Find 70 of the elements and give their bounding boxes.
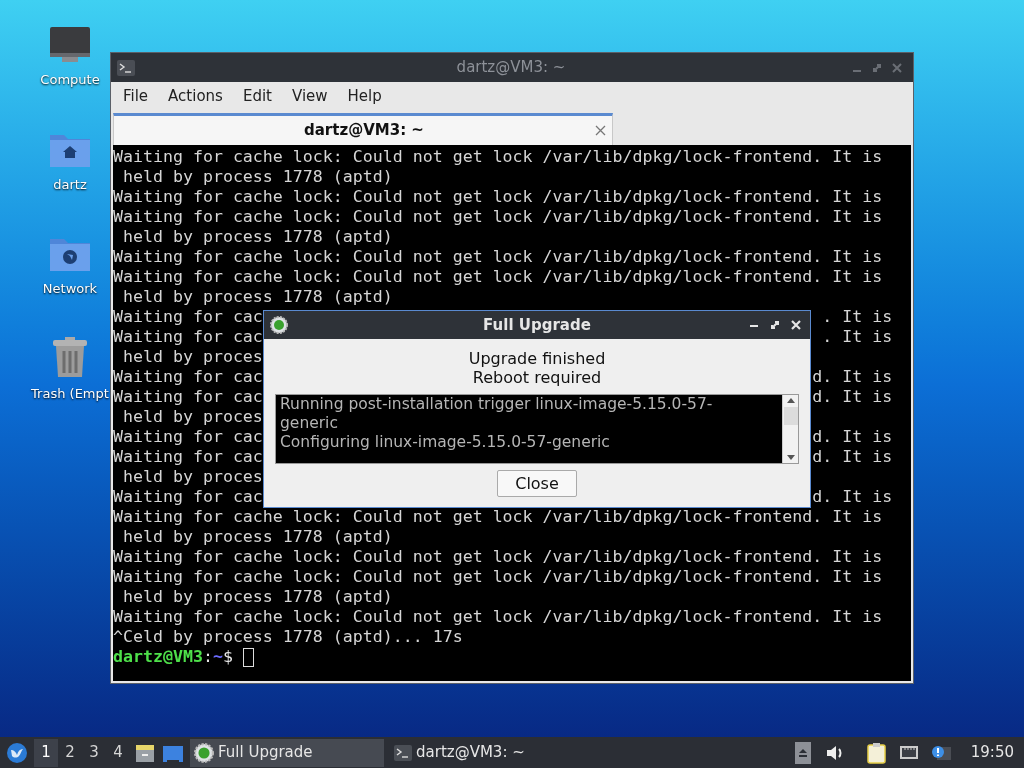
log-line: Running post-installation trigger linux-image-5.15.0-57-generic (280, 395, 714, 433)
gear-icon (194, 742, 214, 763)
terminal-line: held by process 1778 (aptd) (122, 227, 393, 247)
terminal-line: Waiting for cac (113, 367, 263, 387)
taskbar-button[interactable]: dartz@VM3: ~ (390, 738, 570, 767)
terminal-line: d. It is (812, 387, 893, 407)
terminal-line: Waiting for cache lock: Could not get lock /var/lib/dpkg/lock-frontend. It is (113, 147, 883, 167)
terminal-line: Waiting for cac (113, 387, 263, 407)
monitor-icon[interactable] (49, 26, 91, 64)
gear-icon (270, 316, 288, 334)
terminal-line: . It is (822, 307, 893, 327)
terminal-line: held by process 1778 (aptd) (122, 527, 393, 547)
menu-item[interactable]: File (115, 85, 157, 108)
window-title: dartz@VM3: ~ (455, 57, 567, 79)
log-line: Configuring linux-image-5.15.0-57-generic (280, 433, 611, 452)
icon-label[interactable]: Network (42, 279, 98, 299)
workspace-button[interactable]: 4 (106, 738, 130, 767)
terminal-line: d. It is (812, 367, 893, 387)
notification-icon[interactable] (930, 743, 951, 762)
close-button[interactable]: Close (497, 470, 577, 497)
terminal-line: Waiting for cac (113, 447, 263, 467)
terminal-line: Waiting for cache lock: Could not get lock /var/lib/dpkg/lock-frontend. It is (113, 567, 883, 587)
network-icon[interactable] (898, 743, 919, 762)
dialog-title: Full Upgrade (482, 314, 592, 336)
terminal-line: Waiting for cache lock: Could not get lock /var/lib/dpkg/lock-frontend. It is (113, 247, 883, 267)
terminal-line: Waiting for cac (113, 307, 263, 327)
menu-item[interactable]: Edit (234, 85, 280, 108)
status-text: Upgrade finished (468, 349, 606, 368)
terminal-line: d. It is (812, 447, 893, 467)
clock[interactable]: 19:50 (970, 741, 1014, 764)
terminal-line: Waiting for cache lock: Could not get lock /var/lib/dpkg/lock-frontend. It is (113, 507, 883, 527)
terminal-line: Waiting for cache lock: Could not get lock /var/lib/dpkg/lock-frontend. It is (113, 267, 883, 287)
workspace-button[interactable]: 3 (82, 738, 106, 767)
terminal-line: held by process 1778 (aptd) (122, 167, 393, 187)
terminal-line: Waiting for cache lock: Could not get lock /var/lib/dpkg/lock-frontend. It is (113, 187, 883, 207)
terminal-line: ^Celd by process 1778 (aptd)... 17s (113, 627, 463, 647)
prompt: dartz@VM3:~$ (113, 647, 234, 667)
close-tab-icon[interactable] (595, 125, 606, 136)
menu-item[interactable]: Actions (160, 85, 231, 108)
clipboard-icon[interactable] (866, 741, 887, 764)
terminal-icon (394, 744, 412, 761)
terminal-line: d. It is (812, 487, 893, 507)
terminal-line: Waiting for cache lock: Could not get lock /var/lib/dpkg/lock-frontend. It is (113, 607, 883, 627)
terminal-line: . It is (822, 327, 893, 347)
terminal-line: Waiting for cac (113, 487, 263, 507)
terminal-line: held by proces (122, 407, 263, 427)
menu-item[interactable]: View (283, 85, 336, 108)
eject-icon[interactable] (794, 741, 811, 764)
terminal-line: Waiting for cache lock: Could not get lock /var/lib/dpkg/lock-frontend. It is (113, 207, 883, 227)
scrollbar[interactable] (782, 395, 798, 463)
workspace-button[interactable]: 2 (58, 738, 82, 767)
start-menu-icon[interactable] (6, 741, 28, 764)
terminal-line: Waiting for cac (113, 327, 263, 347)
workspace-button[interactable]: 1 (34, 738, 58, 767)
text-cursor (242, 647, 254, 667)
maximize-icon[interactable] (769, 319, 781, 331)
terminal-line: Waiting for cac (113, 427, 263, 447)
terminal-tab[interactable]: dartz@VM3: ~ (113, 113, 613, 145)
scroll-thumb[interactable] (783, 407, 798, 425)
status-text: Reboot required (472, 368, 602, 387)
terminal-line: held by process 1778 (aptd) (122, 287, 393, 307)
menu-item[interactable]: Help (339, 85, 390, 108)
terminal-line: held by proces (122, 347, 263, 367)
terminal-line: d. It is (812, 427, 893, 447)
terminal-line: Waiting for cache lock: Could not get lock /var/lib/dpkg/lock-frontend. It is (113, 547, 883, 567)
terminal-icon (117, 59, 135, 76)
taskbar-button[interactable]: Full Upgrade (190, 738, 384, 767)
terminal-line: held by process 1778 (aptd) (122, 587, 393, 607)
terminal-line: held by proces (122, 467, 263, 487)
icon-label[interactable]: Trash (Empt (31, 383, 109, 403)
